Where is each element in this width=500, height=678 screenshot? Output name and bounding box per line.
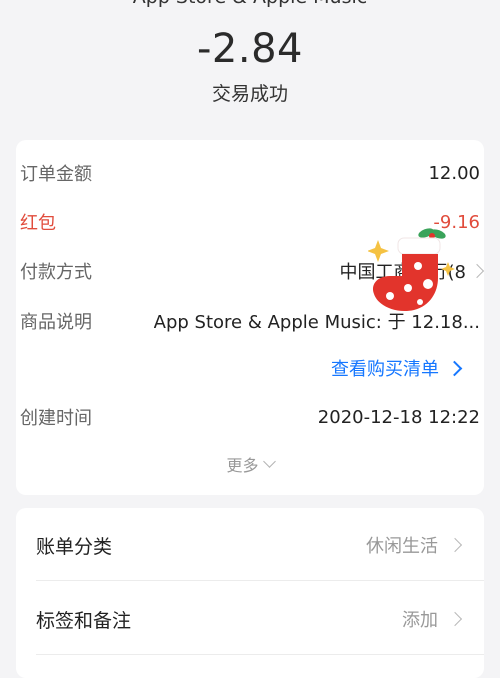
transaction-header: App Store & Apple Music -2.84 交易成功 <box>0 0 500 140</box>
bill-category-value: 休闲生活 <box>366 536 438 557</box>
christmas-stocking-sticker <box>368 228 455 312</box>
chevron-right-icon <box>447 611 463 627</box>
order-amount-row: 订单金额 12.00 <box>20 158 480 188</box>
created-time-label: 创建时间 <box>20 408 92 429</box>
tags-notes-label: 标签和备注 <box>36 609 132 632</box>
created-time-value: 2020-12-18 12:22 <box>317 406 480 428</box>
sparkle-icon <box>441 262 455 276</box>
transaction-amount: -2.84 <box>197 26 303 72</box>
red-packet-label: 红包 <box>20 213 56 234</box>
sparkle-icon <box>368 240 389 262</box>
chevron-right-icon <box>446 360 463 376</box>
view-purchase-list-label: 查看购买清单 <box>331 359 439 380</box>
divider <box>36 580 484 581</box>
bill-category-label: 账单分类 <box>36 535 113 558</box>
chevron-right-icon <box>447 537 463 553</box>
view-purchase-list-link[interactable]: 查看购买清单 <box>331 353 464 383</box>
more-button[interactable]: 更多 <box>0 452 500 476</box>
transaction-status: 交易成功 <box>211 83 288 105</box>
bill-category-value-wrap: 休闲生活 <box>366 532 464 558</box>
tags-notes-value-wrap: 添加 <box>402 606 464 632</box>
order-amount-label: 订单金额 <box>20 164 92 185</box>
divider <box>36 654 484 655</box>
payment-method-label: 付款方式 <box>20 262 92 283</box>
bill-category-row[interactable]: 账单分类 休闲生活 <box>36 530 464 560</box>
merchant-name: App Store & Apple Music <box>0 0 500 8</box>
more-label: 更多 <box>226 456 259 475</box>
chevron-down-icon <box>262 455 276 468</box>
tags-notes-row[interactable]: 标签和备注 添加 <box>36 604 464 634</box>
tags-notes-value: 添加 <box>402 610 438 631</box>
created-time-row: 创建时间 2020-12-18 12:22 <box>20 402 480 432</box>
order-amount-value: 12.00 <box>428 162 480 184</box>
product-desc-label: 商品说明 <box>20 312 92 333</box>
